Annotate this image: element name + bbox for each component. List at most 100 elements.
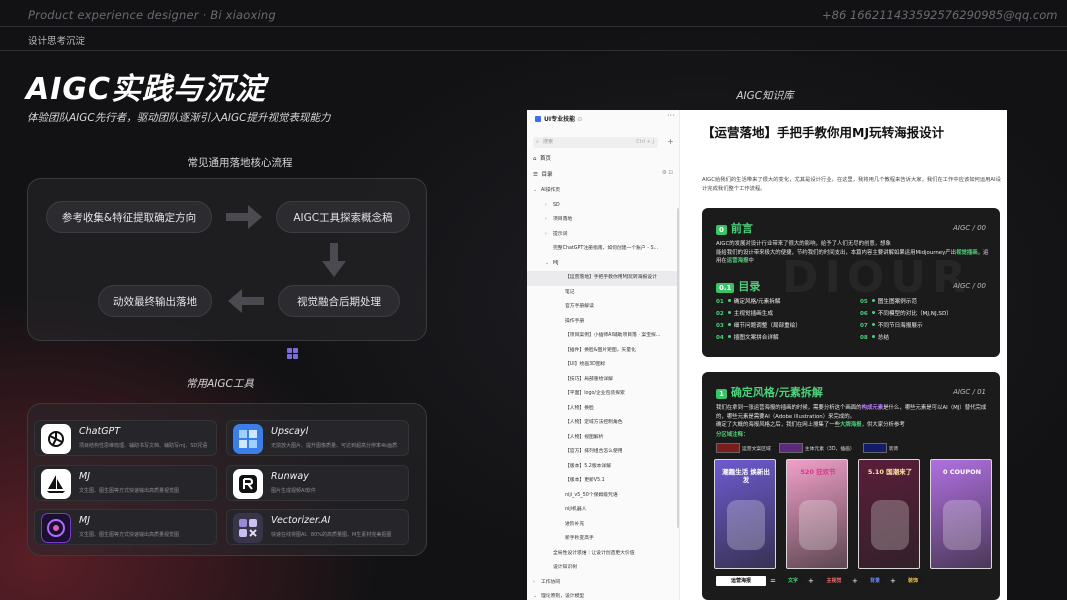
tree-item[interactable]: 【UI】绘画3D图标: [527, 358, 680, 373]
nav-toc[interactable]: ☰ 目录 ⚙ ⊡: [533, 170, 673, 178]
tree-item-label: 提示词: [553, 231, 568, 237]
legend-title: 分区域注释：: [716, 432, 749, 438]
more-icon[interactable]: ···: [667, 111, 675, 120]
phone-number: +86 16621143359: [822, 8, 931, 22]
tree-item[interactable]: ⌄ 理论原则，设计模型: [527, 590, 680, 600]
midjourney-icon: [41, 469, 71, 499]
stable-diffusion-icon: [41, 513, 71, 543]
tool-name: ChatGPT: [79, 426, 121, 437]
tree-item-label: 全局性设计思维｜让设计创造更大价值: [553, 550, 635, 556]
toc-list: 01 确定风格/元素拆解 02 主视觉插画生成 03 细节问题调整（局部重绘） 04 插图文案…: [716, 296, 801, 344]
chevron-right-icon[interactable]: ›: [545, 228, 553, 243]
tree-item-label: 【项目案例】小插师AI辅助项目落 · 案宝探...: [565, 333, 661, 338]
legend: 运营文案区域 主体元素（3D，插画） 装饰: [716, 443, 906, 453]
preface-body: AIGC的发展对设计行业带来了很大的影响，给予了人们无尽的创意，想象 能给我们的…: [716, 241, 989, 264]
flow-step: 视觉融合后期处理: [278, 285, 400, 317]
toc-item[interactable]: 03 细节问题调整（局部重绘）: [716, 320, 801, 332]
preface-heading: 0 前言: [716, 220, 753, 236]
flow-panel: 参考收集&特征提取确定方向 AIGC工具探索概念稿 视觉融合后期处理 动效最终输…: [27, 178, 427, 341]
toc-item[interactable]: 06 不同模型的对比（MJ,NJ,SD）: [860, 308, 952, 320]
tree-item[interactable]: 【人物】定域方法控制角色: [527, 416, 680, 431]
divider: [0, 50, 1067, 51]
tree-item[interactable]: 【项目案例】小插师AI辅助项目落 · 案宝探...: [527, 329, 680, 344]
chevron-right-icon[interactable]: ›: [545, 213, 553, 228]
scrollbar[interactable]: [677, 208, 679, 528]
toc-item[interactable]: 04 插图文案拼合详解: [716, 332, 801, 344]
poster-text: 0 COUPON: [942, 468, 982, 476]
formula-term: 装饰: [902, 576, 924, 586]
tree-item[interactable]: 【技巧】局部重绘详解: [527, 373, 680, 388]
tree-item-label: 【人物】定域方法控制角色: [565, 420, 623, 425]
tree-item[interactable]: niji机器人: [527, 503, 680, 518]
tree-item[interactable]: 新手秒变高手: [527, 532, 680, 547]
flow-step: 参考收集&特征提取确定方向: [46, 201, 212, 233]
settings-icon[interactable]: ⚙ ⊡: [662, 170, 673, 176]
chevron-down-icon[interactable]: ⌄: [533, 590, 541, 600]
tree-item-label: 进阶补充: [565, 521, 585, 527]
tree-item[interactable]: 【插件】换脸&图片矩图，矢量化: [527, 344, 680, 359]
tree-item-label: 项目落地: [553, 217, 573, 222]
tool-desc: 快速在线将图AI、80%的高质量图、M生素材完美抠图: [271, 532, 392, 538]
tree-item[interactable]: › SD: [527, 199, 680, 214]
chevron-right-icon[interactable]: ›: [545, 199, 553, 214]
workspace-name[interactable]: UI专业技能 ⊙: [535, 114, 582, 123]
tree-item[interactable]: › 工作协同: [527, 576, 680, 591]
bullet-icon: [871, 299, 875, 302]
nav-home[interactable]: ⌂ 首页: [533, 154, 551, 162]
legend-label: 装饰: [888, 446, 899, 452]
tree-item-label: 新手秒变高手: [565, 536, 594, 541]
tree-item[interactable]: 【版本】5.2版本详解: [527, 460, 680, 475]
tree-item-label: MJ: [553, 260, 559, 266]
search-input[interactable]: ⌕ 搜索 Ctrl + J: [533, 137, 658, 148]
tree-item[interactable]: 官方手册解读: [527, 300, 680, 315]
poster-illustration: [943, 500, 981, 550]
tree-item[interactable]: 完整ChatGPT注册指南，如何创建一个账户 - S...: [527, 242, 680, 257]
tree-item[interactable]: 【人物】换脸: [527, 402, 680, 417]
formula-operator: +: [852, 577, 858, 585]
formula-term: 文字: [782, 576, 804, 586]
tree-item[interactable]: 【官方】排列组合怎么使用: [527, 445, 680, 460]
runway-icon: [233, 469, 263, 499]
poster-illustration: [727, 500, 765, 550]
doc-tree: ⌄ AI操作页 › SD › 项目落地 › 提示词 完整ChatGPT注册指南，如何创建一个账户…: [527, 184, 680, 600]
tree-item[interactable]: niji_v5_50个保姆级咒语: [527, 489, 680, 504]
tree-item[interactable]: ⌄ AI操作页: [527, 184, 680, 199]
tree-item[interactable]: 【平面】logo/企业包装探索: [527, 387, 680, 402]
tree-item[interactable]: 【版本】更新V5.1: [527, 474, 680, 489]
tree-item[interactable]: ⌄ MJ: [527, 257, 680, 272]
arrow-left-icon: [228, 289, 264, 313]
tree-item-label: 【插件】换脸&图片矩图，矢量化: [565, 347, 636, 353]
lock-icon: ⊙: [577, 116, 583, 123]
legend-label: 主体元素（3D，插画）: [804, 446, 855, 452]
tree-item[interactable]: 【人物】视图解析: [527, 431, 680, 446]
legend-swatch: [716, 443, 740, 453]
tree-item[interactable]: › 项目落地: [527, 213, 680, 228]
toc-item[interactable]: 08 总结: [860, 332, 952, 344]
chevron-down-icon[interactable]: ⌄: [533, 184, 541, 199]
add-icon[interactable]: +: [667, 137, 674, 147]
tool-card-upscayl: Upscayl 无损放大图片、提升图像质量、可达到超高分辨率4k画质: [226, 420, 409, 456]
top-header: Product experience designer · Bi xiaoxin…: [0, 0, 1067, 52]
tree-item[interactable]: 进阶补充: [527, 518, 680, 533]
tree-item[interactable]: › 提示词: [527, 228, 680, 243]
legend-swatch: [778, 443, 803, 453]
doc-intro: AIGC给我们的生活带来了很大的变化，尤其是设计行业，在这里，我将用几个教程来告…: [702, 177, 1001, 192]
home-icon: ⌂: [533, 156, 537, 162]
knowledge-base-window: UI专业技能 ⊙ ··· ⌕ 搜索 Ctrl + J + ⌂ 首页 ☰ 目录 ⚙ …: [527, 110, 1007, 600]
tree-item[interactable]: 笔记: [527, 286, 680, 301]
tree-item[interactable]: 设计知识树: [527, 561, 680, 576]
toc-item[interactable]: 05 图生图案例示范: [860, 296, 952, 308]
chevron-down-icon[interactable]: ⌄: [545, 257, 553, 272]
arrow-right-icon: [226, 205, 262, 229]
toc-item[interactable]: 02 主视觉插画生成: [716, 308, 801, 320]
tree-item[interactable]: 操作手册: [527, 315, 680, 330]
toc-item[interactable]: 07 不同节日海报展示: [860, 320, 952, 332]
tools-title: 常用AIGC工具: [186, 378, 254, 390]
tree-item[interactable]: 【运营落地】手把手教你用MJ玩转海报设计: [527, 271, 680, 286]
page-title: AIGC实践与沉淀: [26, 72, 267, 107]
chevron-right-icon[interactable]: ›: [533, 576, 541, 591]
toc-item[interactable]: 01 确定风格/元素拆解: [716, 296, 801, 308]
tree-item[interactable]: 全局性设计思维｜让设计创造更大价值: [527, 547, 680, 562]
divider: [0, 26, 1067, 27]
section-label: 设计思考沉淀: [28, 36, 86, 47]
